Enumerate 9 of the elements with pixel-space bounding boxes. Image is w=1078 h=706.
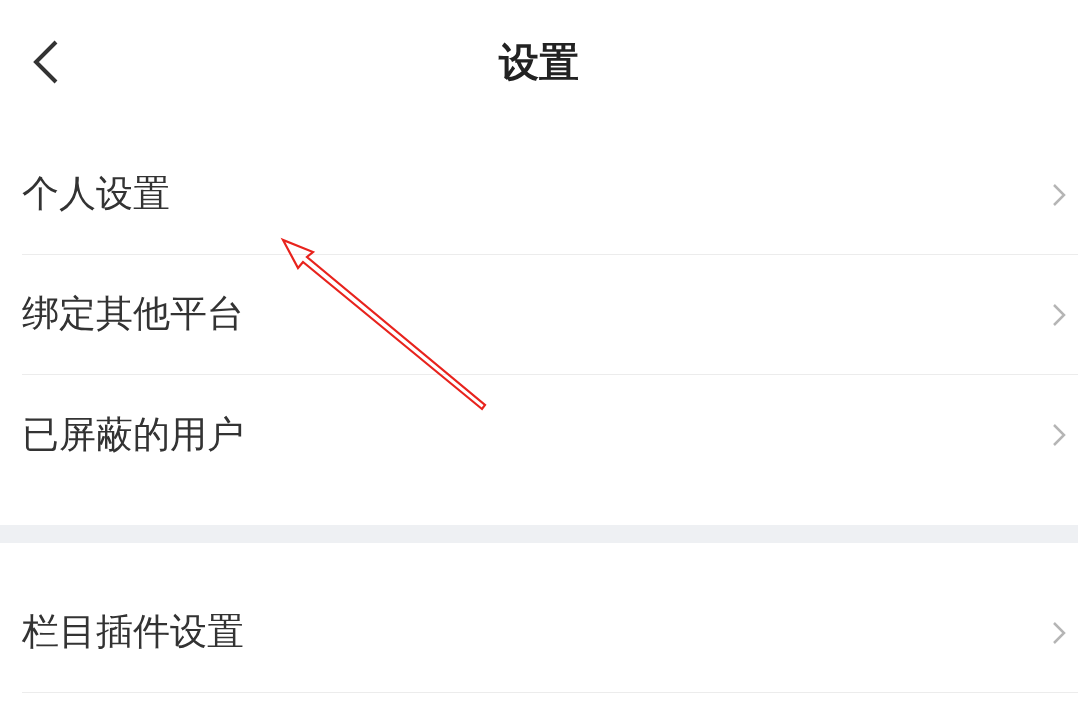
item-label: 绑定其他平台: [22, 292, 244, 337]
chevron-right-icon: [1052, 302, 1066, 327]
chevron-right-icon: [1052, 423, 1066, 447]
item-label: 栏目插件设置: [22, 610, 244, 655]
item-label: 已屏蔽的用户: [22, 412, 244, 458]
chevron-right-icon: [1052, 620, 1066, 645]
item-label: 个人设置: [22, 172, 170, 217]
chevron-right-icon: [1052, 182, 1066, 207]
page-title: 设置: [499, 38, 579, 86]
